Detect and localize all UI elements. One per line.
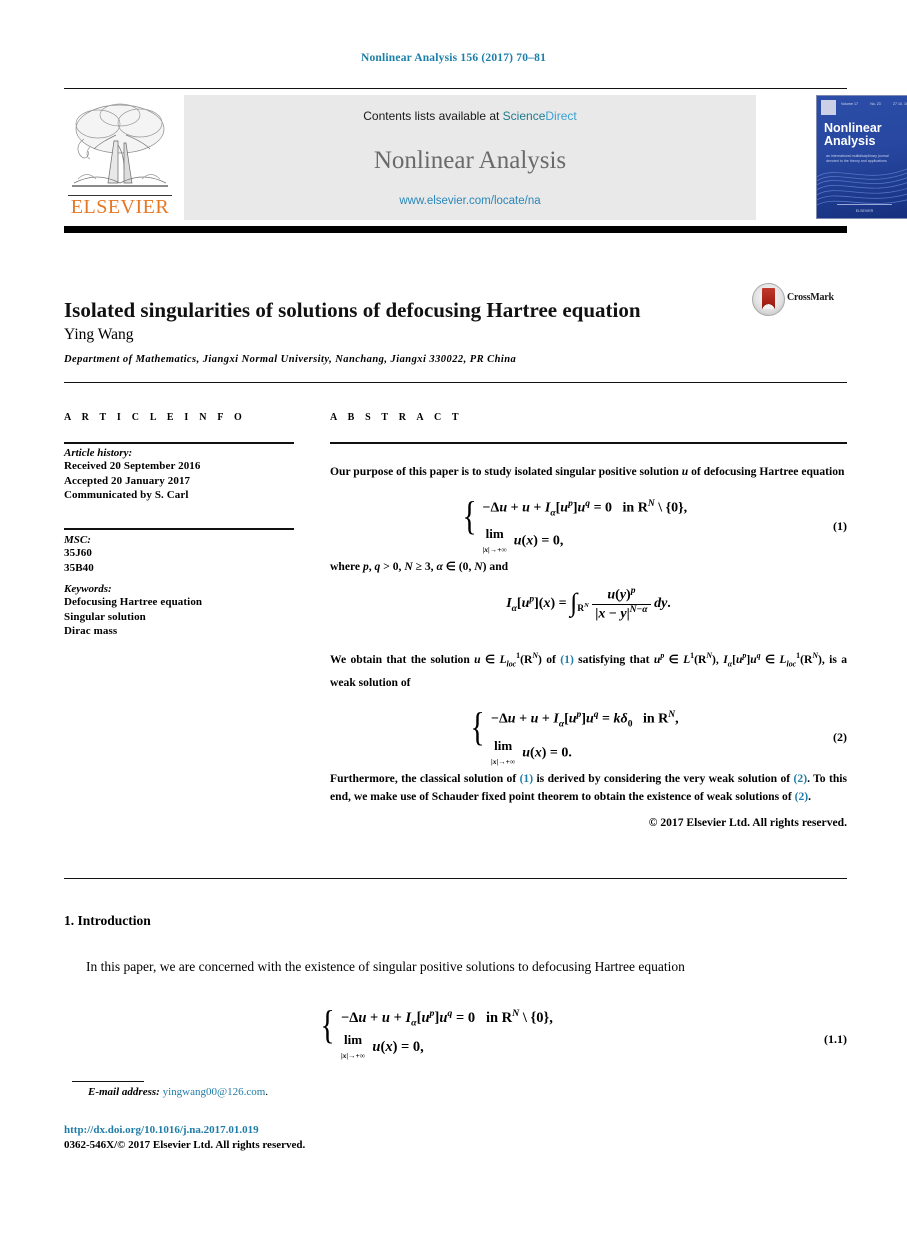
abstract-p3-part2: of	[541, 652, 561, 666]
masthead-bottom-bar	[64, 226, 847, 233]
abstract-paragraph-2: where p, q > 0, N ≥ 3, α ∈ (0, N) and	[330, 560, 509, 573]
abstract-p4-part1: Furthermore, the classical solution of	[330, 772, 520, 786]
article-history-label: Article history:	[64, 447, 133, 459]
keyword-3: Dirac mass	[64, 625, 118, 637]
issn-copyright-line: 0362-546X/© 2017 Elsevier Ltd. All right…	[64, 1139, 306, 1151]
abstract-rule	[330, 442, 847, 444]
abstract-p3-part3: satisfying that	[573, 652, 654, 666]
abstract-body: Our purpose of this paper is to study is…	[330, 462, 847, 835]
elsevier-tree-icon	[72, 103, 168, 187]
abstract-p1-part2: of defocusing Hartree equation	[688, 465, 845, 478]
footnote-rule	[72, 1081, 144, 1082]
abstract-bottom-rule	[64, 878, 847, 879]
cover-subtitle: an international multidisciplinary journ…	[826, 154, 889, 163]
equation-1-1-body: { −Δu + u + Iα[up]uq = 0 in RN \ {0}, li…	[320, 1002, 553, 1061]
msc-code-1: 35J60	[64, 547, 92, 559]
footnote-email-address[interactable]: yingwang00@126.com	[163, 1086, 266, 1098]
equation-1-1-number: (1.1)	[824, 1032, 847, 1046]
footnote-email-suffix: .	[265, 1086, 269, 1098]
cover-date: 27 10. 16	[892, 102, 907, 106]
journal-homepage-link[interactable]: www.elsevier.com/locate/na	[184, 195, 756, 207]
cover-footer-rule	[837, 204, 892, 205]
contents-prefix: Contents lists available at	[363, 109, 503, 123]
cover-issue: No. 23	[870, 102, 881, 106]
equation-1-1-row: { −Δu + u + Iα[up]uq = 0 in RN \ {0}, li…	[64, 1002, 847, 1070]
journal-title: Nonlinear Analysis	[373, 147, 567, 174]
title-block-rule	[64, 382, 847, 383]
equation-1-body: { −Δu + u + Iα[up]uq = 0 in RN \ {0}, li…	[462, 492, 688, 555]
introduction-paragraph-text: In this paper, we are concerned with the…	[86, 959, 685, 974]
section-heading-introduction: 1. Introduction	[64, 913, 151, 928]
abstract-paragraph-4: Furthermore, the classical solution of (…	[330, 770, 847, 805]
equation-2-body: { −Δu + u + Iα[up]uq = kδ0 in RN, lim |x|…	[470, 704, 679, 766]
running-head: Nonlinear Analysis 156 (2017) 70–81	[360, 52, 547, 64]
abstract-p3-part1: We obtain that the solution	[330, 652, 475, 666]
masthead-top-rule	[64, 88, 847, 89]
keyword-1: Defocusing Hartree equation	[64, 596, 203, 608]
cover-publisher: ELSEVIER	[855, 209, 874, 213]
abstract-heading: A B S T R A C T	[330, 412, 463, 423]
cover-volume-info: Volume 17 No. 23 27 10. 16	[841, 102, 907, 114]
cover-publisher-badge-icon	[821, 100, 836, 115]
abstract-p1-part1: Our purpose of this paper is to study is…	[330, 465, 682, 478]
article-history-block: Article history: Received 20 September 2…	[64, 447, 294, 503]
article-info-column: A R T I C L E I N F O	[64, 412, 294, 423]
footnote-email-label: E-mail address:	[88, 1086, 160, 1098]
masthead-center-box: Contents lists available at ScienceDirec…	[184, 95, 756, 220]
article-history-received: Received 20 September 2016	[64, 460, 201, 472]
abstract-p4-eqref-2[interactable]: (2)	[794, 772, 808, 785]
operator-definition-row: Iα[up](x) = ∫RN u(y)p |x − y|N−α dy.	[330, 586, 847, 638]
cover-title-line2: Analysis	[824, 134, 876, 148]
msc-label: MSC:	[64, 534, 91, 546]
sciencedirect-word1: Science	[502, 109, 546, 123]
sciencedirect-link[interactable]: ScienceDirect	[503, 109, 577, 123]
msc-code-2: 35B40	[64, 561, 94, 574]
keyword-2: Singular solution	[64, 610, 146, 623]
abstract-copyright-row: © 2017 Elsevier Ltd. All rights reserved…	[330, 813, 847, 835]
journal-cover-thumbnail: Volume 17 No. 23 27 10. 16 Nonlinear Ana…	[816, 95, 907, 219]
page-title: Isolated singularities of solutions of d…	[64, 298, 641, 323]
abstract-p4-part4: .	[808, 789, 812, 803]
contents-available-line: Contents lists available at ScienceDirec…	[184, 109, 756, 123]
equation-2-number: (2)	[833, 730, 847, 745]
elsevier-logo: ELSEVIER	[64, 95, 176, 220]
article-info-heading: A R T I C L E I N F O	[64, 412, 246, 423]
article-info-rule-2	[64, 528, 294, 530]
crossmark-notch-icon	[762, 302, 775, 309]
cover-volume: Volume 17	[841, 102, 858, 106]
abstract-p4-eqref-1[interactable]: (1)	[520, 772, 534, 785]
abstract-p3-eqref-1[interactable]: (1)	[560, 653, 574, 666]
crossmark-label: CrossMark	[787, 292, 834, 303]
msc-block: MSC: 35J60 35B40	[64, 534, 294, 575]
equation-2-row: { −Δu + u + Iα[up]uq = kδ0 in RN, lim |x|…	[330, 704, 847, 766]
cover-title: Nonlinear Analysis	[824, 122, 907, 148]
operator-definition-body: Iα[up](x) = ∫RN u(y)p |x − y|N−α dy.	[506, 586, 671, 622]
sciencedirect-word2: Direct	[545, 109, 577, 123]
article-history-accepted: Accepted 20 January 2017	[64, 474, 191, 487]
doi-link[interactable]: http://dx.doi.org/10.1016/j.na.2017.01.0…	[64, 1124, 259, 1136]
footnote-email: E-mail address: yingwang00@126.com.	[88, 1086, 268, 1098]
author-name: Ying Wang	[64, 326, 134, 343]
crossmark-badge[interactable]: CrossMark	[752, 283, 848, 316]
keywords-block: Keywords: Defocusing Hartree equation Si…	[64, 583, 294, 639]
keywords-label: Keywords:	[64, 583, 112, 595]
elsevier-wordmark: ELSEVIER	[70, 196, 170, 218]
masthead: ELSEVIER Contents lists available at Sci…	[64, 95, 907, 220]
abstract-column: A B S T R A C T	[330, 412, 847, 423]
cover-header-strip: Volume 17 No. 23 27 10. 16	[821, 100, 907, 116]
author-affiliation: Department of Mathematics, Jiangxi Norma…	[64, 354, 517, 365]
article-history-communicated: Communicated by S. Carl	[64, 489, 189, 501]
abstract-paragraph-3: We obtain that the solution u ∈ Lloc1(RN…	[330, 651, 848, 690]
paper-page: Nonlinear Analysis 156 (2017) 70–81 ELSE…	[0, 0, 907, 1238]
equation-1-row: { −Δu + u + Iα[up]uq = 0 in RN \ {0}, li…	[330, 495, 847, 553]
article-info-rule-1	[64, 442, 294, 444]
introduction-paragraph: In this paper, we are concerned with the…	[64, 955, 847, 979]
abstract-p4-part2: is derived by considering the very weak …	[533, 772, 794, 786]
crossmark-circle-icon	[752, 283, 785, 316]
equation-1-number: (1)	[833, 519, 847, 533]
abstract-copyright: © 2017 Elsevier Ltd. All rights reserved…	[648, 816, 847, 830]
abstract-p4-eqref-3[interactable]: (2)	[795, 790, 809, 803]
abstract-paragraph-1: Our purpose of this paper is to study is…	[330, 462, 847, 481]
